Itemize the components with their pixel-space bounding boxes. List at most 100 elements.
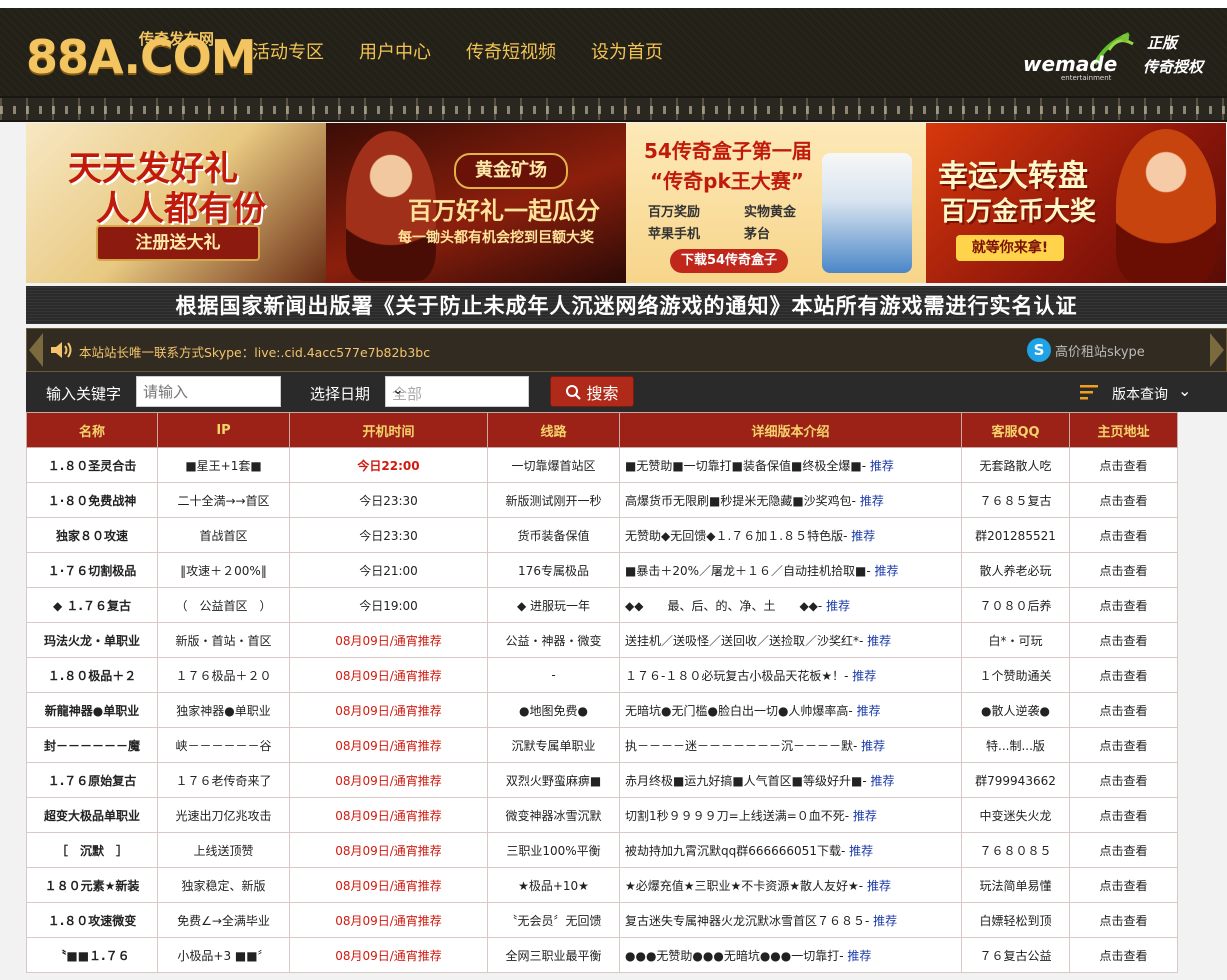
- banner-wheel[interactable]: 幸运大转盘 百万金币大奖 就等你来拿!: [926, 123, 1226, 283]
- recommend-link[interactable]: 推荐: [857, 704, 881, 718]
- server-intro[interactable]: ●●●无赞助●●●无暗坑●●●一切靠打- 推荐: [619, 937, 962, 973]
- homepage-link[interactable]: 点击查看: [1069, 517, 1178, 553]
- server-intro[interactable]: 无赞助◆无回馈◆１.７６加１.８５特色版- 推荐: [619, 517, 962, 553]
- server-time: 今日23:30: [289, 517, 488, 553]
- server-intro[interactable]: 送挂机／送吸怪／送回收／送捡取／沙奖红*- 推荐: [619, 622, 962, 658]
- skype-link[interactable]: S 高价租站skype: [1027, 338, 1145, 362]
- recommend-link[interactable]: 推荐: [875, 564, 899, 578]
- nav-short-video[interactable]: 传奇短视频: [466, 38, 556, 64]
- banner-pk-item2: 实物黄金: [744, 205, 797, 220]
- intro-text: 无暗坑●无门槛●脸白出一切●人帅爆率高-: [625, 703, 853, 718]
- server-qq: １个赞助通关: [961, 657, 1070, 693]
- homepage-link[interactable]: 点击查看: [1069, 692, 1178, 728]
- table-row[interactable]: 玛法火龙・单职业 新版・首站・首区 08月09日/通宵推荐 公益・神器・微变 送挂机／送…: [26, 622, 1178, 658]
- table-row[interactable]: １.８０极品＋２ １７６极品＋２０ 08月09日/通宵推荐 -１７６-１８０必玩复古小…: [26, 657, 1178, 693]
- recommend-link[interactable]: 推荐: [847, 949, 871, 963]
- banner-pk-line1: 54传奇盒子第一届: [644, 139, 812, 163]
- server-intro[interactable]: 无暗坑●无门槛●脸白出一切●人帅爆率高- 推荐: [619, 692, 962, 728]
- server-intro[interactable]: ■无赞助■一切靠打■装备保值■终极全爆■- 推荐: [619, 447, 962, 483]
- banner-mine-badge: 黄金矿场: [454, 153, 568, 189]
- date-select[interactable]: 全部 ⌄: [385, 376, 529, 407]
- intro-text: 复古迷失专属神器火龙沉默冰雪首区７６８５-: [625, 913, 870, 928]
- banner-pk[interactable]: 54传奇盒子第一届 “传奇pk王大赛” 百万奖励 实物黄金 苹果手机 茅台 下载…: [626, 123, 926, 283]
- site-header: 88A.COM 传奇发布网 活动专区 用户中心 传奇短视频 设为首页 wemad…: [0, 8, 1227, 96]
- server-time: 08月09日/通宵推荐: [289, 657, 488, 693]
- banner-wheel-button: 就等你来拿!: [956, 235, 1064, 261]
- search-button[interactable]: 搜索: [550, 376, 634, 407]
- recommend-link[interactable]: 推荐: [860, 494, 884, 508]
- table-row[interactable]: １.８０圣灵合击 ■星王+1套■ 今日22:00 一切靠爆首站区 ■无赞助■一切靠打■装…: [26, 447, 1178, 483]
- recommend-link[interactable]: 推荐: [867, 879, 891, 893]
- table-row[interactable]: 封－－－－－－魔 峡－－－－－－谷 08月09日/通宵推荐 沉默专属单职业 执－－－－迷…: [26, 727, 1178, 763]
- homepage-link[interactable]: 点击查看: [1069, 797, 1178, 833]
- table-row[interactable]: 超变大极品单职业 光速出刀亿兆攻击 08月09日/通宵推荐 微变神器冰雪沉默 切割1秒９…: [26, 797, 1178, 833]
- homepage-link[interactable]: 点击查看: [1069, 482, 1178, 518]
- server-intro[interactable]: ◆◆ 最、后、的、净、土 ◆◆- 推荐: [619, 587, 962, 623]
- server-ip: １７６极品＋２０: [157, 657, 290, 693]
- homepage-link[interactable]: 点击查看: [1069, 552, 1178, 588]
- server-intro[interactable]: 赤月终极■运九好搞■人气首区■等级好升■- 推荐: [619, 762, 962, 798]
- table-row[interactable]: １·７６切割极品 ‖攻速＋２00%‖ 今日21:00 176专属极品 ■暴击＋20%／屠…: [26, 552, 1178, 588]
- recommend-link[interactable]: 推荐: [849, 844, 873, 858]
- server-intro[interactable]: 复古迷失专属神器火龙沉默冰雪首区７６８５- 推荐: [619, 902, 962, 938]
- server-name: １·８０免费战神: [26, 482, 158, 518]
- partner-brand: wemade: [1023, 52, 1118, 76]
- server-name: 玛法火龙・单职业: [26, 622, 158, 658]
- recommend-link[interactable]: 推荐: [826, 599, 850, 613]
- server-intro[interactable]: ■暴击＋20%／屠龙＋１６／自动挂机拾取■- 推荐: [619, 552, 962, 588]
- banner-pk-item3: 苹果手机: [648, 227, 701, 242]
- server-intro[interactable]: 高爆货币无限刷■秒提米无隐藏■沙奖鸡包- 推荐: [619, 482, 962, 518]
- recommend-link[interactable]: 推荐: [851, 529, 875, 543]
- table-row[interactable]: ［ 沉默 ］ 上线送顶赞 08月09日/通宵推荐 三职业100%平衡 被劫持加九霄沉默q…: [26, 832, 1178, 868]
- version-query[interactable]: 版本查询: [1112, 384, 1168, 404]
- homepage-link[interactable]: 点击查看: [1069, 622, 1178, 658]
- homepage-link[interactable]: 点击查看: [1069, 937, 1178, 973]
- nav-set-homepage[interactable]: 设为首页: [591, 38, 663, 64]
- banner-gift[interactable]: 天天发好礼 人人都有份 注册送大礼: [26, 123, 326, 283]
- table-row[interactable]: ◆ １.７６复古（ 公益首区 ）今日19:00 ◆ 进服玩一年 ◆◆ 最、后、的、净…: [26, 587, 1178, 623]
- nav-activity[interactable]: 活动专区: [252, 38, 324, 64]
- keyword-input[interactable]: [136, 376, 281, 407]
- recommend-link[interactable]: 推荐: [852, 669, 876, 683]
- server-name: １.７６原始复古: [26, 762, 158, 798]
- server-qq: ●散人逆袭●: [961, 692, 1070, 728]
- table-row[interactable]: １.７６原始复古 １７６老传奇来了 08月09日/通宵推荐 双烈火野蛮麻痹■ 赤月终极■…: [26, 762, 1178, 798]
- banner-gift-line2: 人人都有份: [96, 189, 266, 229]
- recommend-link[interactable]: 推荐: [870, 459, 894, 473]
- homepage-link[interactable]: 点击查看: [1069, 727, 1178, 763]
- server-line: 微变神器冰雪沉默: [487, 797, 620, 833]
- table-row[interactable]: 独家８０攻速 首战首区 今日23:30 货币装备保值 无赞助◆无回馈◆１.７６加１.８５…: [26, 517, 1178, 553]
- homepage-link[interactable]: 点击查看: [1069, 587, 1178, 623]
- partner-badge: wemade entertainment 正版 传奇授权: [1021, 30, 1221, 90]
- recommend-link[interactable]: 推荐: [873, 914, 897, 928]
- nav-user-center[interactable]: 用户中心: [359, 38, 431, 64]
- recommend-link[interactable]: 推荐: [867, 634, 891, 648]
- table-row[interactable]: １·８０免费战神 二十全満→→首区 今日23:30 新版测试刚开一秒 高爆货币无限刷■秒…: [26, 482, 1178, 518]
- recommend-link[interactable]: 推荐: [871, 774, 895, 788]
- homepage-link[interactable]: 点击查看: [1069, 447, 1178, 483]
- homepage-link[interactable]: 点击查看: [1069, 867, 1178, 903]
- server-ip: 独家神器●单职业: [157, 692, 290, 728]
- homepage-link[interactable]: 点击查看: [1069, 902, 1178, 938]
- recommend-link[interactable]: 推荐: [853, 809, 877, 823]
- table-row[interactable]: 新龍神器●单职业 独家神器●单职业 08月09日/通宵推荐 ●地图免费● 无暗坑●无门槛…: [26, 692, 1178, 728]
- server-intro[interactable]: 被劫持加九霄沉默qq群666666051下载- 推荐: [619, 832, 962, 868]
- table-row[interactable]: １８０元素★新装 独家稳定、新版 08月09日/通宵推荐 ★极品+10★ ★必爆充值★三…: [26, 867, 1178, 903]
- server-intro[interactable]: ★必爆充值★三职业★不卡资源★散人友好★- 推荐: [619, 867, 962, 903]
- server-line: 176专属极品: [487, 552, 620, 588]
- server-intro[interactable]: 切割1秒９９９９刀=上线送满=０血不死- 推荐: [619, 797, 962, 833]
- table-row[interactable]: 〝■■１.７６ 小极品+3 ■■〞 08月09日/通宵推荐 全网三职业最平衡 ●●●无赞…: [26, 937, 1178, 973]
- recommend-link[interactable]: 推荐: [861, 739, 885, 753]
- server-intro[interactable]: 执－－－－迷－－－－－－－沉－－－－默- 推荐: [619, 727, 962, 763]
- banner-mine[interactable]: 黄金矿场 百万好礼一起瓜分 每一锄头都有机会挖到巨额大奖: [326, 123, 626, 283]
- intro-text: 执－－－－迷－－－－－－－沉－－－－默-: [625, 738, 858, 753]
- server-line: 双烈火野蛮麻痹■: [487, 762, 620, 798]
- homepage-link[interactable]: 点击查看: [1069, 832, 1178, 868]
- homepage-link[interactable]: 点击查看: [1069, 657, 1178, 693]
- table-row[interactable]: １.８０攻速微变 免费∠→全满毕业 08月09日/通宵推荐 〝无会员〞无回馈 复古迷失专…: [26, 902, 1178, 938]
- server-line: 三职业100%平衡: [487, 832, 620, 868]
- server-name: １.８０圣灵合击: [26, 447, 158, 483]
- server-ip: 小极品+3 ■■〞: [157, 937, 290, 973]
- homepage-link[interactable]: 点击查看: [1069, 762, 1178, 798]
- server-intro[interactable]: １７６-１８０必玩复古小极品天花板★！- 推荐: [619, 657, 962, 693]
